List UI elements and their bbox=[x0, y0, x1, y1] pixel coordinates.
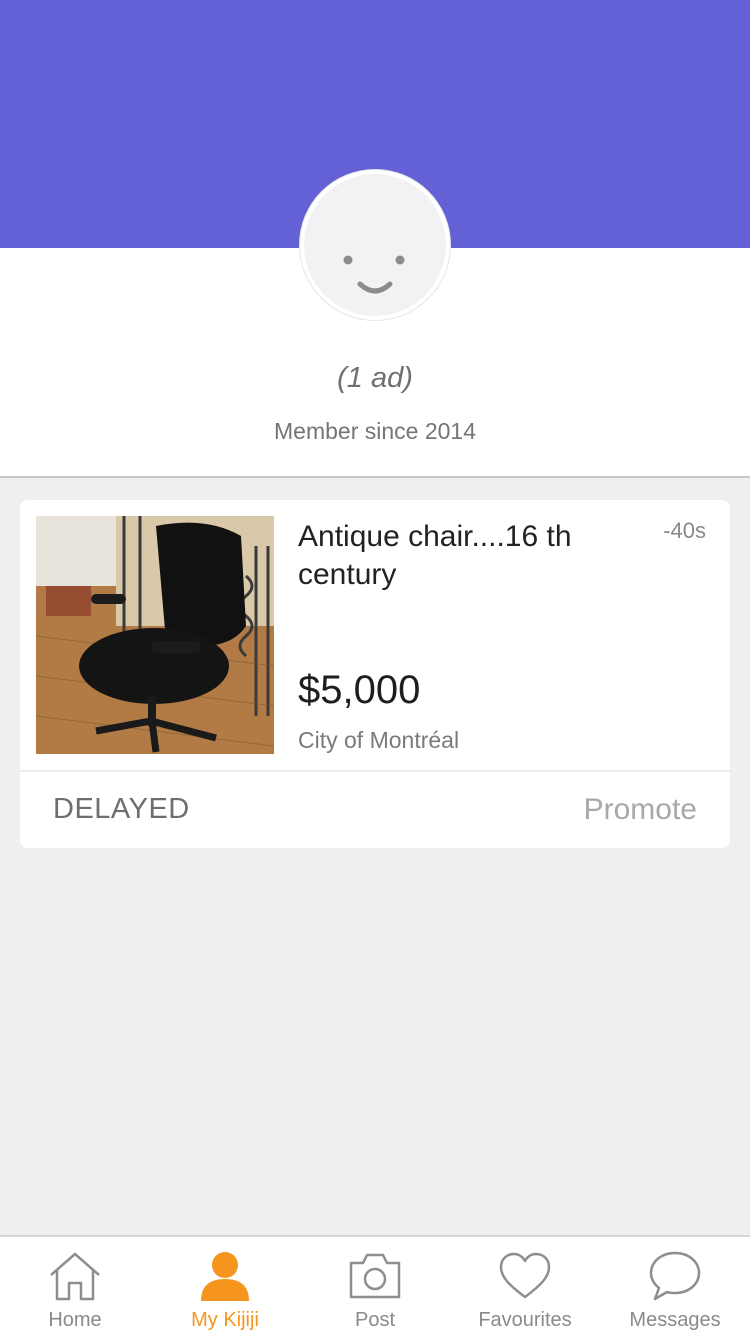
person-icon bbox=[201, 1252, 249, 1301]
chat-bubble-icon bbox=[649, 1251, 701, 1301]
bottom-tab-bar: Home My Kijiji Post Favourites Messages bbox=[0, 1235, 750, 1334]
promote-button[interactable]: Promote bbox=[584, 793, 697, 827]
ad-title[interactable]: Antique chair....16 th century bbox=[298, 518, 628, 594]
tab-post[interactable]: Post bbox=[300, 1237, 450, 1334]
tab-messages[interactable]: Messages bbox=[600, 1237, 750, 1334]
tab-label-my-kijiji: My Kijiji bbox=[191, 1309, 259, 1331]
tab-label-favourites: Favourites bbox=[478, 1309, 572, 1331]
home-icon bbox=[50, 1252, 100, 1301]
tab-label-post: Post bbox=[354, 1309, 396, 1331]
divider bbox=[20, 770, 730, 772]
ad-card[interactable]: Antique chair....16 th century -40s $5,0… bbox=[20, 500, 730, 848]
office-chair-photo bbox=[36, 516, 274, 754]
ad-status: DELAYED bbox=[53, 793, 190, 825]
ad-price: $5,000 bbox=[298, 668, 421, 712]
ad-time: -40s bbox=[663, 518, 706, 543]
avatar[interactable] bbox=[300, 170, 450, 320]
ad-thumbnail[interactable] bbox=[36, 516, 274, 754]
camera-icon bbox=[349, 1253, 401, 1299]
tab-home[interactable]: Home bbox=[0, 1237, 150, 1334]
ad-location: City of Montréal bbox=[298, 727, 460, 753]
smiley-face-icon bbox=[343, 255, 405, 294]
tab-label-home: Home bbox=[48, 1309, 102, 1331]
member-since: Member since 2014 bbox=[274, 418, 476, 444]
tab-label-messages: Messages bbox=[629, 1309, 721, 1331]
tab-my-kijiji[interactable]: My Kijiji bbox=[150, 1237, 300, 1334]
tab-favourites[interactable]: Favourites bbox=[450, 1237, 600, 1334]
heart-icon bbox=[499, 1252, 551, 1299]
ad-count: (1 ad) bbox=[337, 362, 413, 394]
